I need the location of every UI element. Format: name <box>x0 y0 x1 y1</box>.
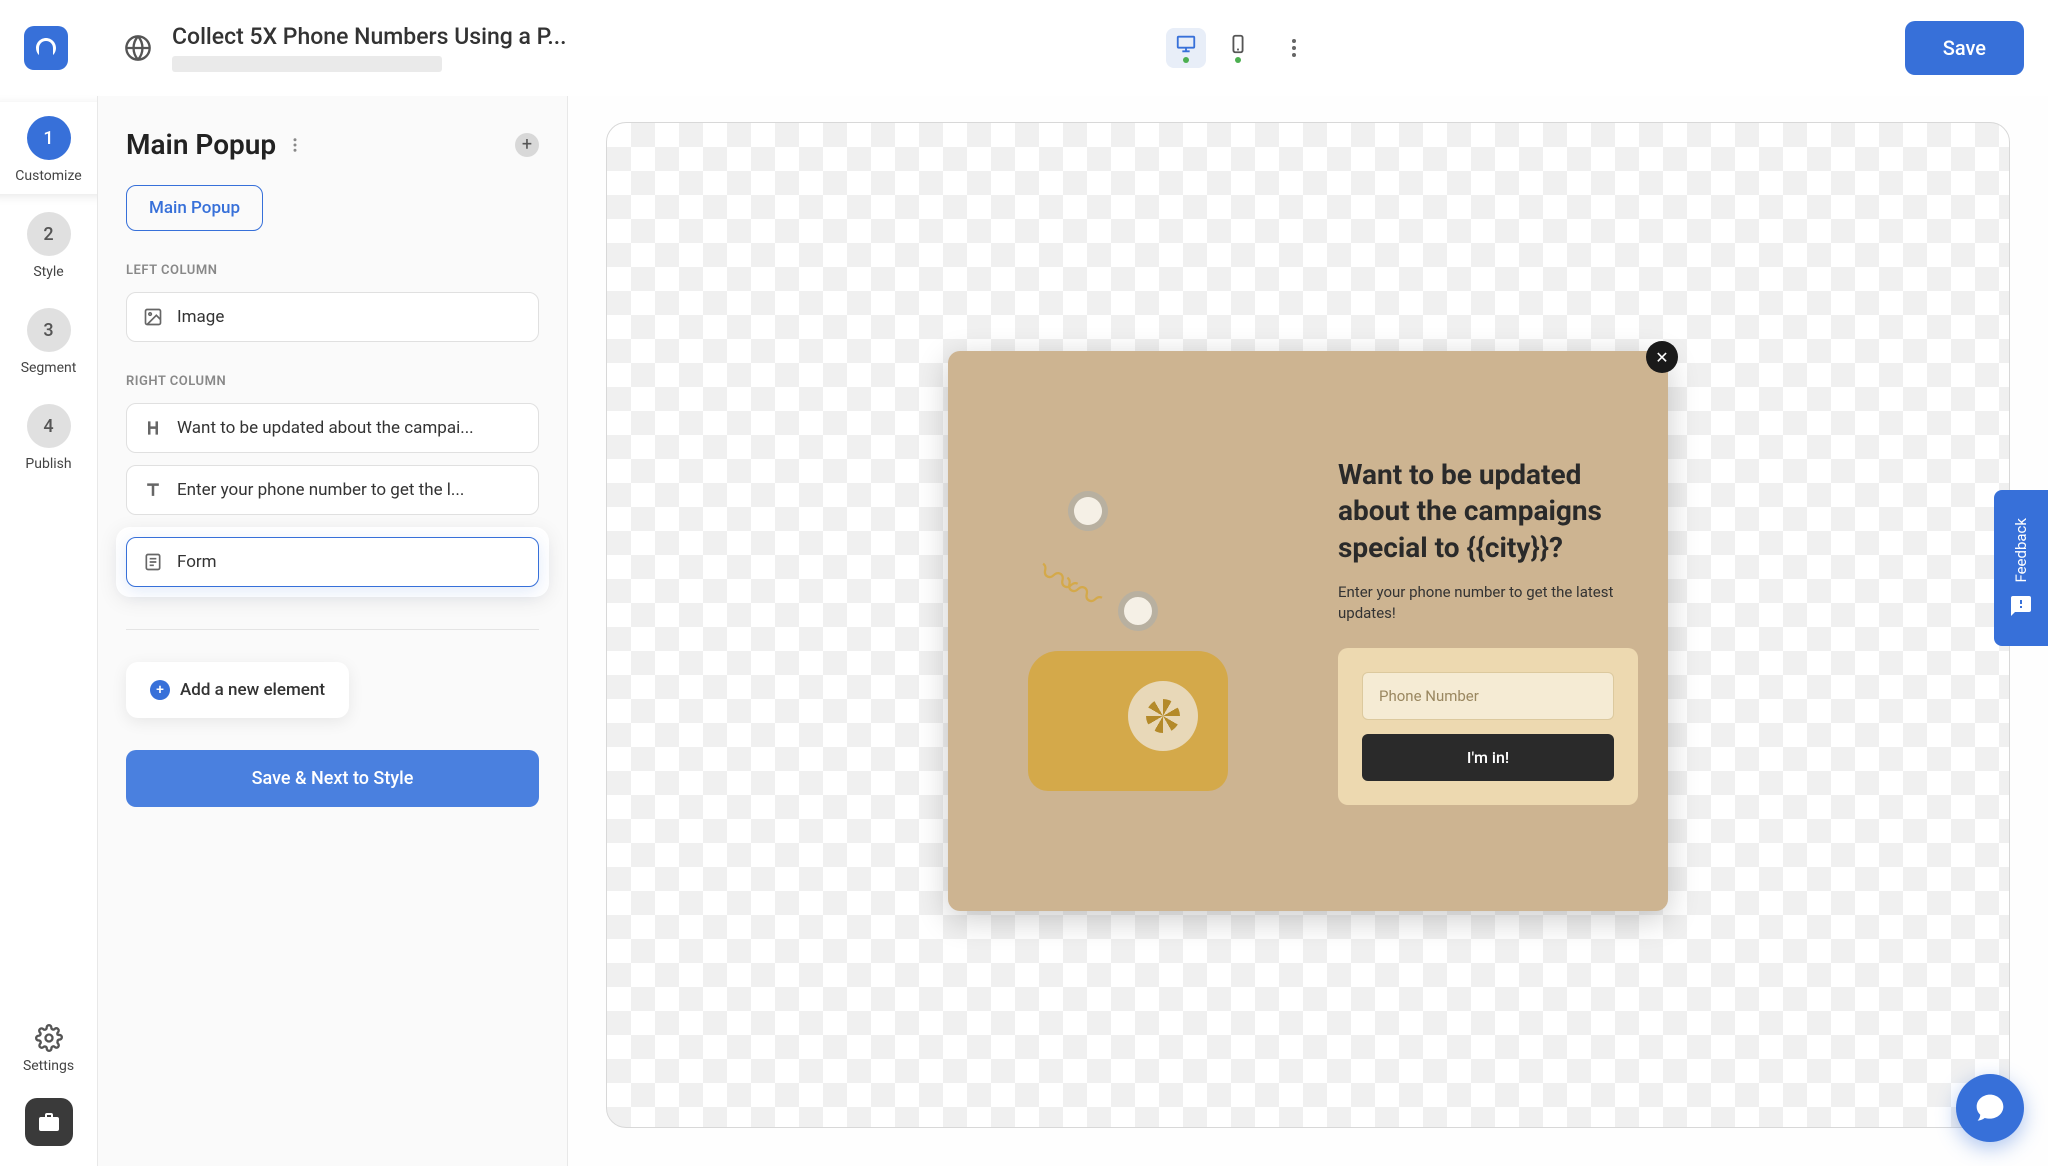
panel-title: Main Popup <box>126 128 276 161</box>
customize-panel: Main Popup + Main Popup LEFT COLUMN Imag… <box>98 96 568 1166</box>
app-logo[interactable] <box>24 26 68 70</box>
right-column-label: RIGHT COLUMN <box>126 374 539 389</box>
popup-subtext[interactable]: Enter your phone number to get the lates… <box>1338 582 1638 624</box>
rail-step-segment[interactable]: 3 Segment <box>21 308 77 376</box>
assets-button[interactable] <box>25 1098 73 1146</box>
gear-icon <box>35 1024 63 1052</box>
rail-step-customize[interactable]: 1 Customize <box>15 116 81 184</box>
header: Collect 5X Phone Numbers Using a P... Sa… <box>0 0 2048 96</box>
nav-rail: 1 Customize 2 Style 3 Segment 4 Publish … <box>0 96 98 1166</box>
briefcase-icon <box>37 1110 61 1134</box>
mobile-view-button[interactable] <box>1218 28 1258 68</box>
submit-button[interactable]: I'm in! <box>1362 734 1614 781</box>
heading-icon <box>143 418 163 438</box>
element-image[interactable]: Image <box>126 292 539 342</box>
plus-icon: + <box>150 680 170 700</box>
more-options-icon[interactable] <box>1282 36 1306 60</box>
preview-canvas: ✕ 〰〰 Want to be updated about the campai… <box>568 96 2048 1166</box>
popup-close-button[interactable]: ✕ <box>1646 341 1678 373</box>
popup-image-area[interactable]: 〰〰 <box>948 351 1308 911</box>
desktop-view-button[interactable] <box>1166 28 1206 68</box>
chat-bubble[interactable] <box>1956 1074 2024 1142</box>
left-column-label: LEFT COLUMN <box>126 263 539 278</box>
image-icon <box>143 307 163 327</box>
text-icon <box>143 480 163 500</box>
rail-step-style[interactable]: 2 Style <box>27 212 71 280</box>
phone-illustration: 〰〰 <box>1018 461 1238 801</box>
settings-button[interactable]: Settings <box>23 1024 74 1074</box>
chat-icon <box>1974 1092 2006 1124</box>
add-popup-button[interactable]: + <box>515 133 539 157</box>
page-title: Collect 5X Phone Numbers Using a P... <box>172 23 567 50</box>
save-next-button[interactable]: Save & Next to Style <box>126 750 539 807</box>
feedback-tab[interactable]: Feedback <box>1994 490 2048 646</box>
popup-heading[interactable]: Want to be updated about the campaigns s… <box>1338 457 1638 566</box>
element-heading[interactable]: Want to be updated about the campai... <box>126 403 539 453</box>
popup-form[interactable]: I'm in! <box>1338 648 1638 805</box>
element-form[interactable]: Form <box>126 537 539 587</box>
feedback-icon <box>2009 594 2033 618</box>
title-subtitle-skeleton <box>172 56 442 72</box>
phone-input[interactable] <box>1362 672 1614 720</box>
rail-step-publish[interactable]: 4 Publish <box>25 404 71 472</box>
panel-more-icon[interactable] <box>286 136 304 154</box>
element-text[interactable]: Enter your phone number to get the l... <box>126 465 539 515</box>
globe-icon[interactable] <box>124 34 152 62</box>
form-icon <box>143 552 163 572</box>
popup-preview[interactable]: ✕ 〰〰 Want to be updated about the campai… <box>948 351 1668 911</box>
add-element-button[interactable]: + Add a new element <box>126 662 349 718</box>
popup-chip[interactable]: Main Popup <box>126 185 263 231</box>
save-button[interactable]: Save <box>1905 21 2024 75</box>
